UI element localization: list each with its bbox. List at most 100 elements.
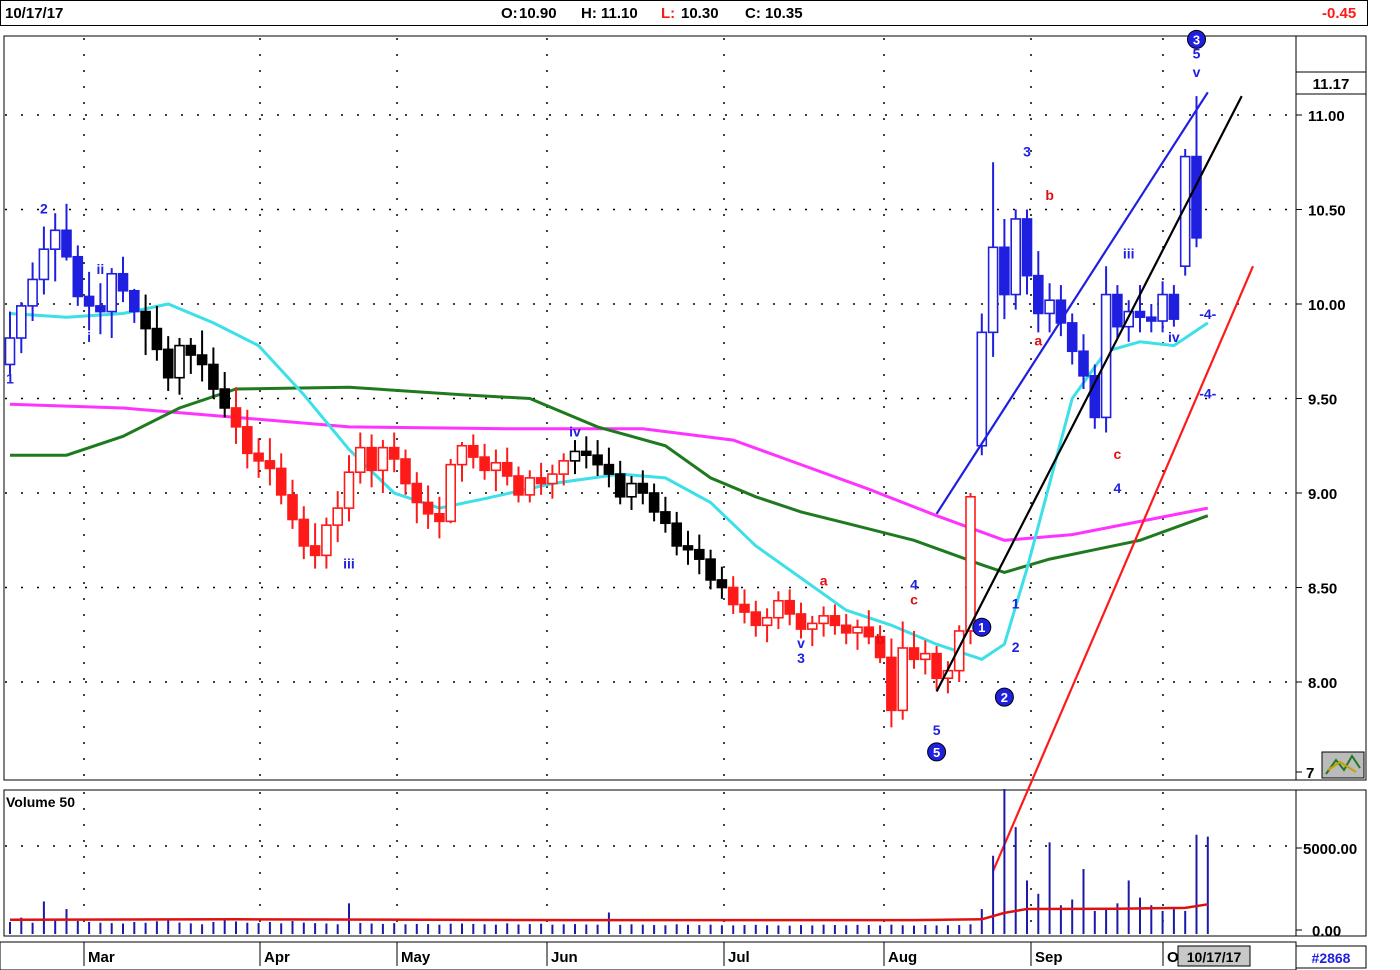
candle-body-27: [309, 545, 321, 557]
month-tick-label-7: O: [1167, 949, 1179, 966]
wave-label-13: 1: [1012, 595, 1020, 611]
candle-body-29: [332, 507, 344, 526]
month-tick-label-5: Aug: [888, 949, 917, 966]
wave-label-3: i: [87, 329, 91, 345]
id-label: #2868: [1312, 950, 1351, 966]
candle-body-57: [648, 492, 660, 513]
candle-body-39: [445, 463, 457, 523]
candle-body-67: [761, 616, 773, 627]
volume-plot-area: [3, 789, 1297, 937]
candle-body-21: [242, 426, 253, 455]
candle-body-102: [1157, 293, 1168, 322]
candle-body-2: [27, 278, 38, 307]
candle-body-10: [117, 272, 129, 292]
candle-body-80: [908, 647, 920, 661]
candle-body-8: [95, 305, 106, 313]
candle-body-74: [840, 624, 852, 634]
candle-body-69: [784, 599, 796, 615]
candle-body-43: [490, 461, 502, 472]
price-tick-label-3: 9.50: [1308, 392, 1337, 409]
wave-label-10: 4: [910, 576, 918, 592]
candle-body-72: [818, 615, 829, 625]
volume-tick-label-0: 5000.00: [1303, 841, 1357, 858]
candle-body-38: [434, 512, 445, 523]
wave-circle-label-0: 5: [933, 745, 940, 760]
candle-body-41: [467, 444, 479, 458]
candle-body-100: [1134, 310, 1146, 319]
date-box-label: 10/17/17: [1187, 949, 1242, 965]
candle-body-81: [919, 652, 931, 661]
candle-body-64: [727, 586, 739, 606]
candle-body-28: [321, 524, 332, 557]
wave-label-20: 4: [1114, 480, 1122, 496]
wave-label-4: iii: [343, 556, 355, 572]
volume-axis: [1295, 789, 1367, 937]
wave-label-25: v: [1193, 64, 1201, 80]
candle-body-90: [1021, 218, 1033, 277]
candle-body-16: [185, 344, 197, 356]
wave-label-1: 2: [40, 200, 48, 216]
chart-canvas: 11.00 10.50 10.00 9.50 9.00 8.50 8.00 7 5000.00 0…: [0, 29, 1367, 970]
candle-body-0: [4, 337, 16, 366]
wave-label-8: a: [820, 573, 828, 589]
candle-body-14: [162, 348, 174, 379]
wave-label-16: a: [1034, 333, 1042, 349]
volume-tick-label-1: 0.00: [1312, 923, 1341, 940]
candle-body-40: [456, 444, 468, 466]
candle-body-61: [693, 548, 705, 560]
candle-body-49: [558, 460, 570, 475]
candle-body-3: [38, 248, 50, 281]
candle-body-65: [739, 603, 750, 613]
candle-body-89: [1010, 218, 1022, 296]
candle-body-79: [897, 647, 909, 712]
candle-body-95: [1078, 350, 1089, 377]
candle-body-53: [603, 463, 615, 475]
candle-body-36: [411, 482, 423, 504]
candle-body-66: [750, 611, 762, 627]
tool-icon[interactable]: [1321, 751, 1365, 779]
candle-body-4: [49, 229, 61, 250]
candle-body-87: [987, 246, 999, 334]
wave-label-6: v: [797, 635, 805, 651]
candle-body-23: [264, 460, 276, 470]
last-price-label: 11.17: [1313, 76, 1350, 93]
price-tick-label-2: 10.00: [1308, 297, 1346, 314]
wave-circle-label-1: 1: [978, 620, 985, 635]
wave-label-18: iii: [1123, 246, 1135, 262]
wave-label-22: iv: [1168, 329, 1180, 345]
candle-body-37: [422, 501, 434, 515]
candle-body-7: [83, 295, 95, 307]
candle-body-34: [388, 446, 400, 460]
wave-label-12: 5: [933, 722, 941, 738]
candle-body-25: [287, 494, 298, 521]
wave-circle-label-3: 3: [1193, 32, 1200, 47]
candle-body-19: [219, 388, 230, 409]
candle-body-63: [716, 579, 728, 589]
candle-body-62: [705, 558, 716, 581]
candle-body-75: [852, 626, 863, 634]
candle-body-46: [524, 477, 536, 496]
candle-body-17: [196, 354, 208, 366]
candle-body-9: [106, 272, 117, 313]
price-tick-label-0: 11.00: [1308, 108, 1345, 125]
candle-body-48: [547, 473, 558, 485]
candle-body-31: [354, 446, 366, 474]
time-axis: [0, 941, 1297, 970]
candle-body-101: [1146, 316, 1157, 322]
month-tick-label-1: Apr: [264, 949, 290, 966]
candle-body-44: [501, 461, 513, 477]
candle-body-33: [377, 446, 389, 472]
candle-body-13: [151, 327, 163, 351]
wave-label-15: 3: [1023, 144, 1031, 160]
candle-body-24: [275, 467, 287, 496]
month-tick-label-6: Sep: [1035, 949, 1063, 966]
candle-body-42: [479, 456, 490, 472]
candle-body-56: [637, 482, 649, 494]
candle-body-58: [660, 511, 671, 525]
candle-body-30: [343, 471, 355, 509]
candle-body-6: [72, 255, 84, 298]
wave-label-19: c: [1114, 446, 1122, 462]
candle-body-68: [773, 599, 784, 619]
candle-body-55: [626, 482, 637, 498]
price-tick-label-6: 8.00: [1308, 675, 1337, 692]
